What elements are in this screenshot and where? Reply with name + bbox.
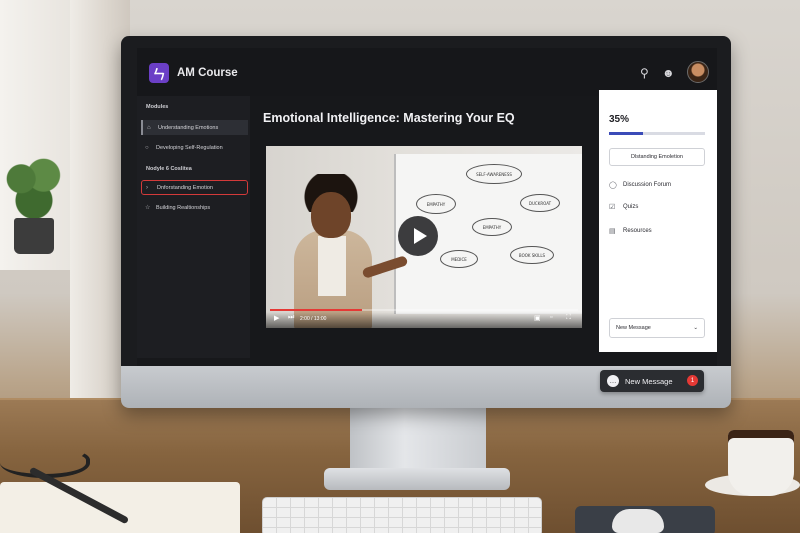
- sidebar: Modules ⌂ Understanding Emotions ○ Devel…: [137, 96, 250, 358]
- presenter-shirt: [318, 236, 346, 296]
- whiteboard-node: BOOK SKILLS: [510, 246, 554, 264]
- video-time: 2:00 / 13:00: [300, 316, 327, 322]
- star-icon: ☆: [145, 205, 151, 211]
- mouse: [612, 509, 664, 533]
- sidebar-item-label: Dnforstanding Emotion: [157, 184, 213, 191]
- user-icon[interactable]: ☻: [662, 66, 675, 80]
- skip-icon[interactable]: ⏭: [288, 314, 294, 322]
- chevron-down-icon: ⌄: [693, 325, 698, 331]
- monitor-stand-base: [324, 468, 510, 490]
- file-icon: ▤: [609, 228, 616, 235]
- sidebar-heading-section: Nodyle 6 Coslitea: [146, 166, 192, 172]
- arrow-icon: ›: [146, 184, 148, 191]
- new-message-label: New Message: [625, 376, 673, 386]
- screen: ㄣ AM Course ⚲ ☻ Modules ⌂ Understanding …: [137, 48, 717, 366]
- sidebar-item-understanding-emotions[interactable]: ⌂ Understanding Emotions: [141, 120, 248, 135]
- circle-icon: ○: [145, 144, 149, 151]
- notification-badge: 1: [687, 375, 698, 386]
- sidebar-item-label: Developing Self-Regulation: [156, 144, 223, 151]
- whiteboard-node: SELF-AWARENESS: [466, 164, 522, 184]
- sidebar-item-label: Understanding Emotions: [158, 124, 219, 131]
- coffee-cup: [728, 430, 794, 496]
- chat-icon: ◯: [609, 182, 617, 189]
- sidebar-item-self-regulation[interactable]: ○ Developing Self-Regulation: [141, 140, 248, 155]
- current-lesson-chip[interactable]: Dlstanding Emoletion: [609, 148, 705, 166]
- progress-percent: 35%: [609, 114, 630, 125]
- new-message-button[interactable]: … New Message 1: [600, 370, 704, 392]
- notebook: [0, 482, 240, 533]
- avatar[interactable]: [687, 61, 709, 83]
- progress-bar-fill: [609, 132, 643, 135]
- video-player[interactable]: SELF-AWARENESS EMPATHY EMPATHY DUCKROAT …: [266, 146, 582, 328]
- plant-leaves: [2, 150, 66, 222]
- new-message-select[interactable]: New Message ⌄: [609, 318, 705, 338]
- discussion-forum-link[interactable]: ◯ Discussion Forum: [609, 181, 671, 189]
- resources-link[interactable]: ▤ Resources: [609, 227, 652, 235]
- video-progress-fill: [270, 309, 363, 311]
- whiteboard-node: EMPATHY: [416, 194, 456, 214]
- sidebar-item-building-relationships[interactable]: ☆ Building Realtionships: [141, 200, 248, 215]
- panel-link-label: Quizs: [623, 204, 639, 210]
- app-logo[interactable]: ㄣ: [149, 63, 169, 83]
- new-message-select-label: New Message: [616, 325, 651, 331]
- video-progress-track[interactable]: [270, 309, 578, 311]
- fullscreen-icon[interactable]: ⛶: [566, 314, 571, 322]
- whiteboard-node: MEDICE: [440, 250, 478, 268]
- sidebar-item-dnforstanding-emotion[interactable]: › Dnforstanding Emotion: [141, 180, 248, 195]
- progress-bar: [609, 132, 705, 135]
- play-small-icon[interactable]: ▶: [274, 314, 279, 322]
- sidebar-item-label: Building Realtionships: [156, 204, 211, 211]
- app-bar: ㄣ AM Course ⚲ ☻: [137, 48, 717, 96]
- panel-link-label: Resources: [623, 228, 652, 234]
- plant-pot: [14, 218, 54, 254]
- miniplayer-icon[interactable]: ▫: [550, 314, 552, 321]
- monitor-stand: [350, 404, 486, 474]
- check-icon: ☑: [609, 204, 616, 211]
- lesson-title: Emotional Intelligence: Mastering Your E…: [263, 111, 515, 125]
- keyboard: [262, 497, 542, 533]
- message-icon: …: [607, 375, 619, 387]
- quizs-link[interactable]: ☑ Quizs: [609, 203, 638, 211]
- sidebar-heading-modules: Modules: [146, 104, 169, 110]
- play-button[interactable]: [398, 216, 438, 256]
- captions-icon[interactable]: ▣: [534, 314, 541, 322]
- panel-link-label: Discussion Forum: [623, 182, 672, 188]
- whiteboard-node: DUCKROAT: [520, 194, 560, 212]
- course-progress-panel: 35% Dlstanding Emoletion ◯ Discussion Fo…: [599, 90, 717, 352]
- app-title: AM Course: [177, 67, 238, 79]
- home-icon: ⌂: [147, 124, 151, 131]
- whiteboard-node: EMPATHY: [472, 218, 512, 236]
- presenter-head: [311, 192, 351, 238]
- search-icon[interactable]: ⚲: [640, 66, 649, 80]
